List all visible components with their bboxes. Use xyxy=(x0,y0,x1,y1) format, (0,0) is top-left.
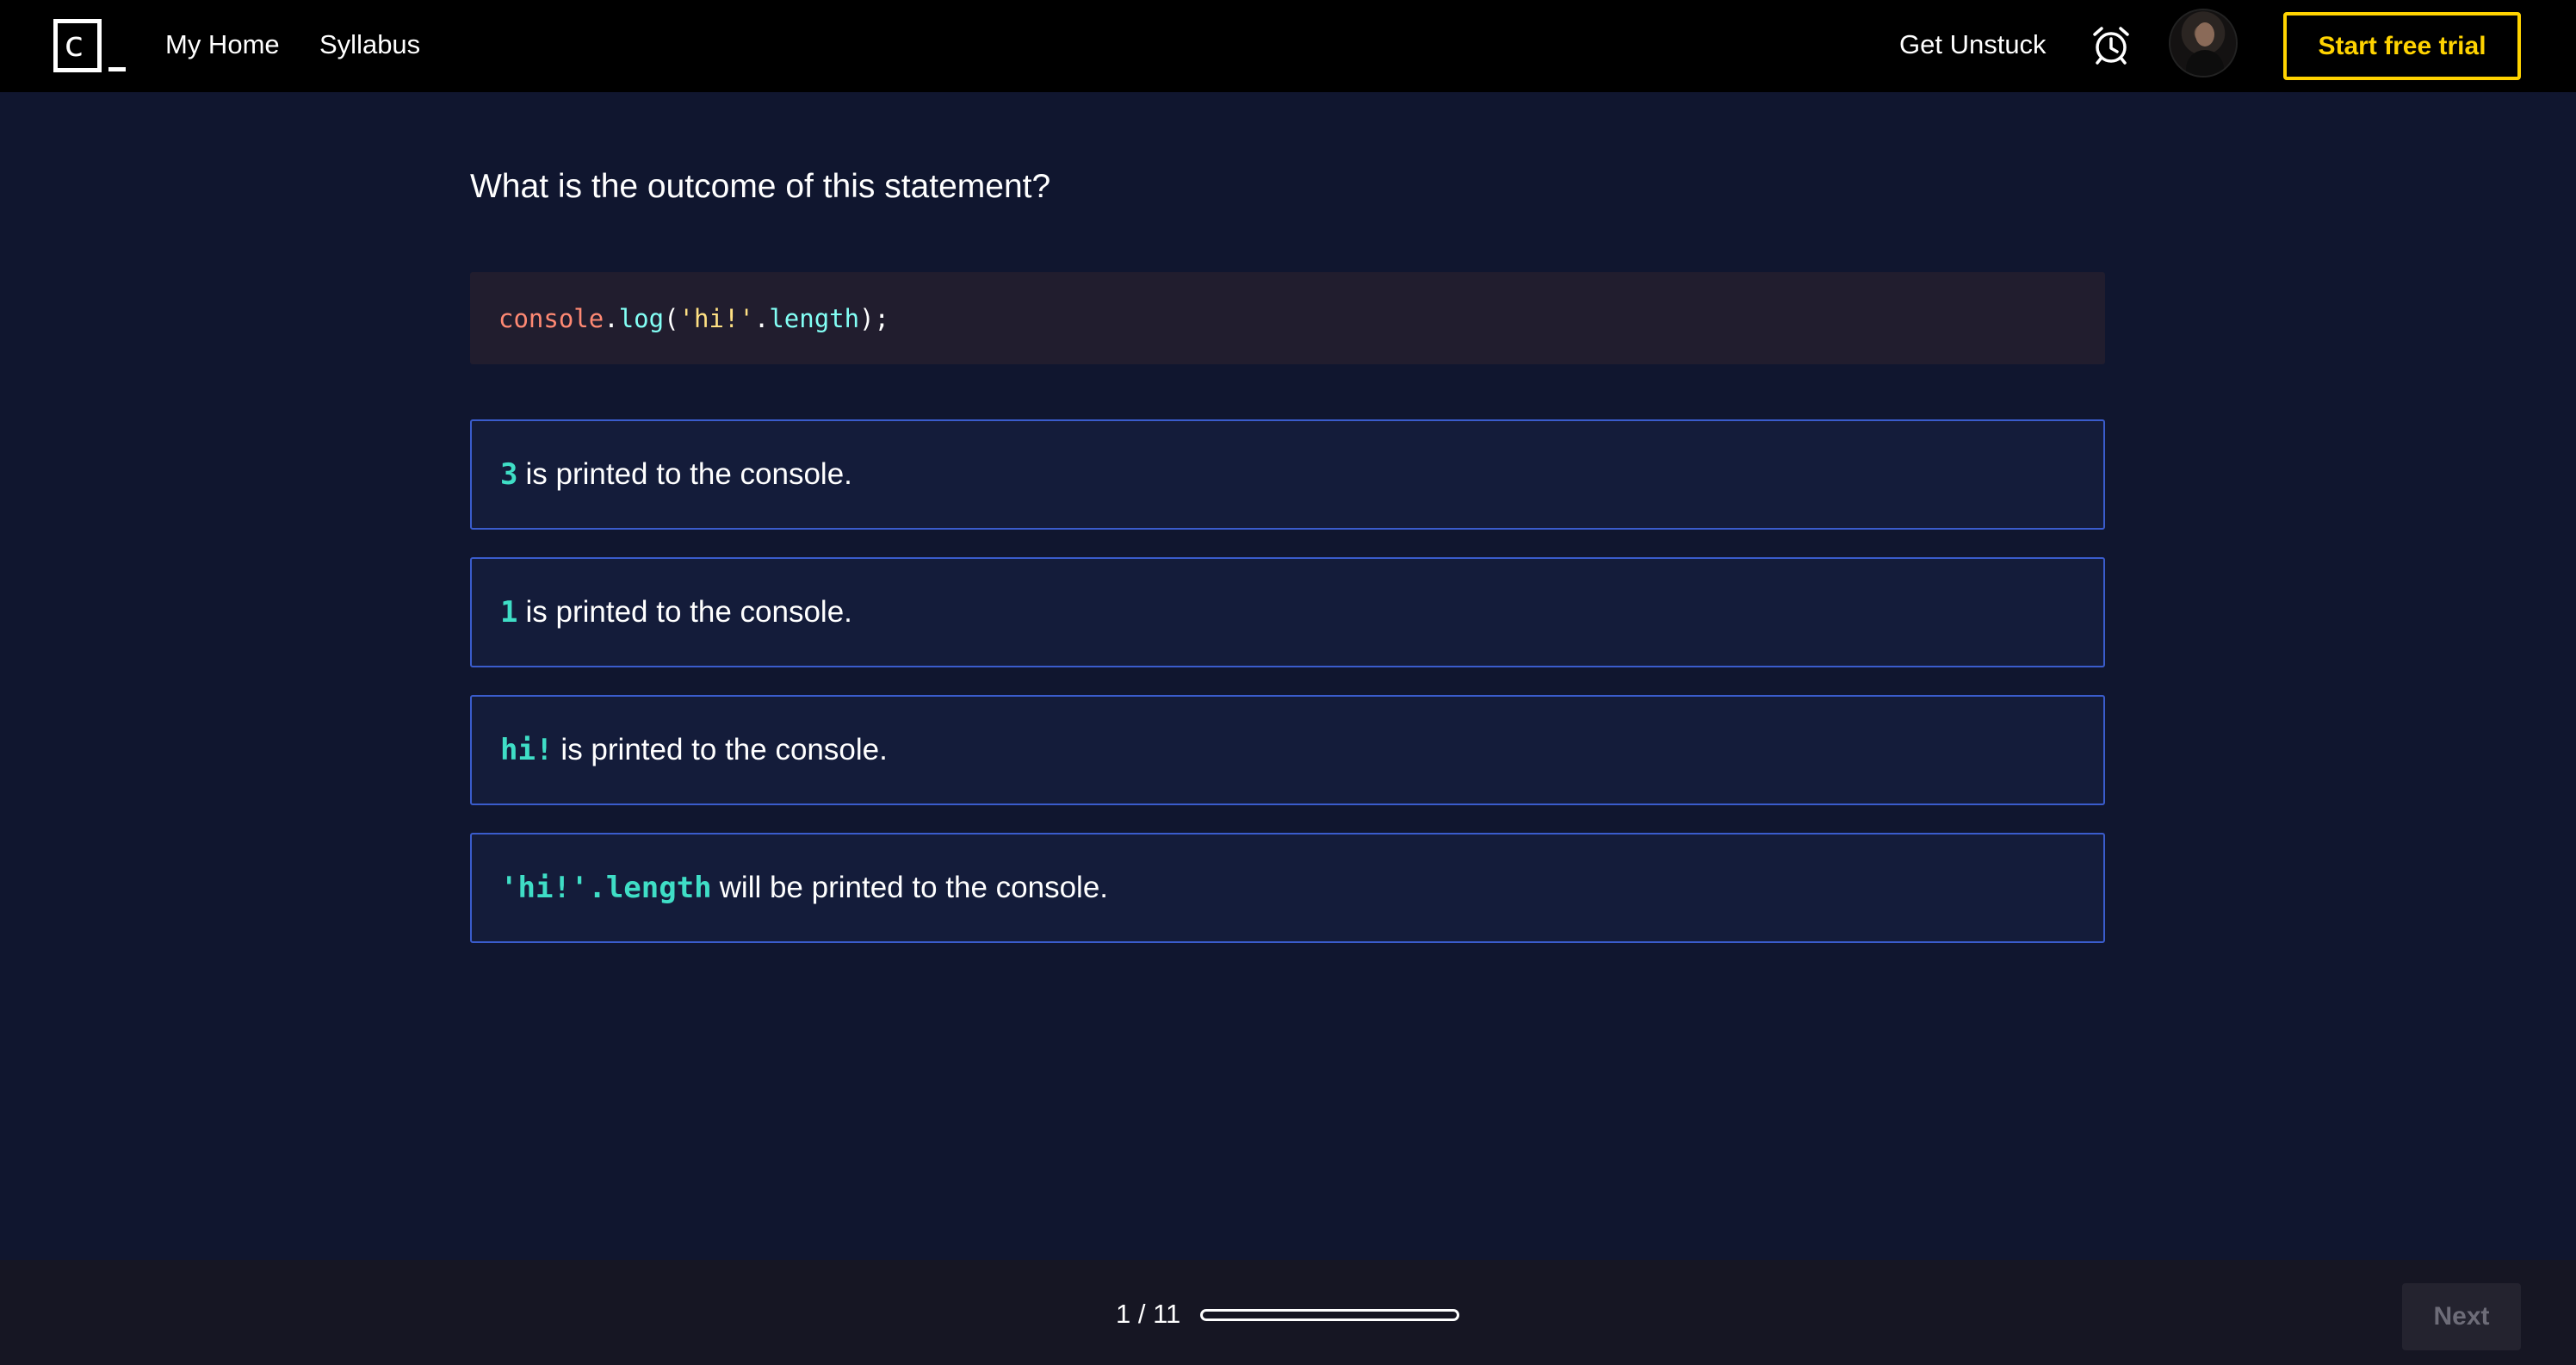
progress-counter: 1 / 11 xyxy=(1116,1299,1181,1329)
option-code: 1 xyxy=(500,595,518,630)
answer-option-2[interactable]: 1 is printed to the console. xyxy=(470,557,2105,667)
code-token-string: 'hi!' xyxy=(678,303,754,333)
option-text: is printed to the console. xyxy=(525,457,852,491)
answer-option-3[interactable]: hi! is printed to the console. xyxy=(470,695,2105,805)
answer-option-4[interactable]: 'hi!'.length will be printed to the cons… xyxy=(470,833,2105,943)
code-token-method: log xyxy=(618,303,665,333)
code-snippet: console. log('hi!'. length); xyxy=(470,272,2105,364)
get-unstuck-link[interactable]: Get Unstuck xyxy=(1899,28,2047,62)
option-text: is printed to the console. xyxy=(525,595,852,629)
code-token-object: console xyxy=(498,303,604,333)
option-text: is printed to the console. xyxy=(560,733,888,766)
avatar-head xyxy=(2195,22,2214,47)
code-token-property: length xyxy=(769,303,860,333)
logo-letter: c xyxy=(65,25,84,65)
user-avatar[interactable] xyxy=(2169,9,2238,78)
alarm-clock-icon[interactable] xyxy=(2090,24,2132,67)
nav-syllabus[interactable]: Syllabus xyxy=(319,28,420,62)
logo-cursor xyxy=(108,67,126,71)
option-code: 3 xyxy=(500,457,518,492)
nav-my-home[interactable]: My Home xyxy=(165,28,280,62)
top-nav-bar: c My Home Syllabus Get Unstuck Start fre… xyxy=(0,0,2576,92)
question-prompt: What is the outcome of this statement? xyxy=(470,168,1051,205)
next-button[interactable]: Next xyxy=(2402,1283,2521,1350)
option-code: hi! xyxy=(500,733,554,767)
code-token-dot: . xyxy=(753,303,770,333)
avatar-body xyxy=(2186,50,2224,76)
code-token-open-paren: ( xyxy=(664,303,679,333)
option-code: 'hi!'.length xyxy=(500,871,712,905)
answer-option-1[interactable]: 3 is printed to the console. xyxy=(470,419,2105,530)
codecademy-logo[interactable]: c xyxy=(53,19,126,74)
code-token-close: ); xyxy=(859,303,890,333)
option-text: will be printed to the console. xyxy=(719,871,1109,904)
start-free-trial-button[interactable]: Start free trial xyxy=(2283,12,2521,80)
quiz-footer: 1 / 11 Next xyxy=(0,1260,2576,1365)
quiz-page: c My Home Syllabus Get Unstuck Start fre… xyxy=(0,0,2576,1365)
progress-bar xyxy=(1200,1309,1459,1321)
code-token-dot: . xyxy=(604,303,619,333)
